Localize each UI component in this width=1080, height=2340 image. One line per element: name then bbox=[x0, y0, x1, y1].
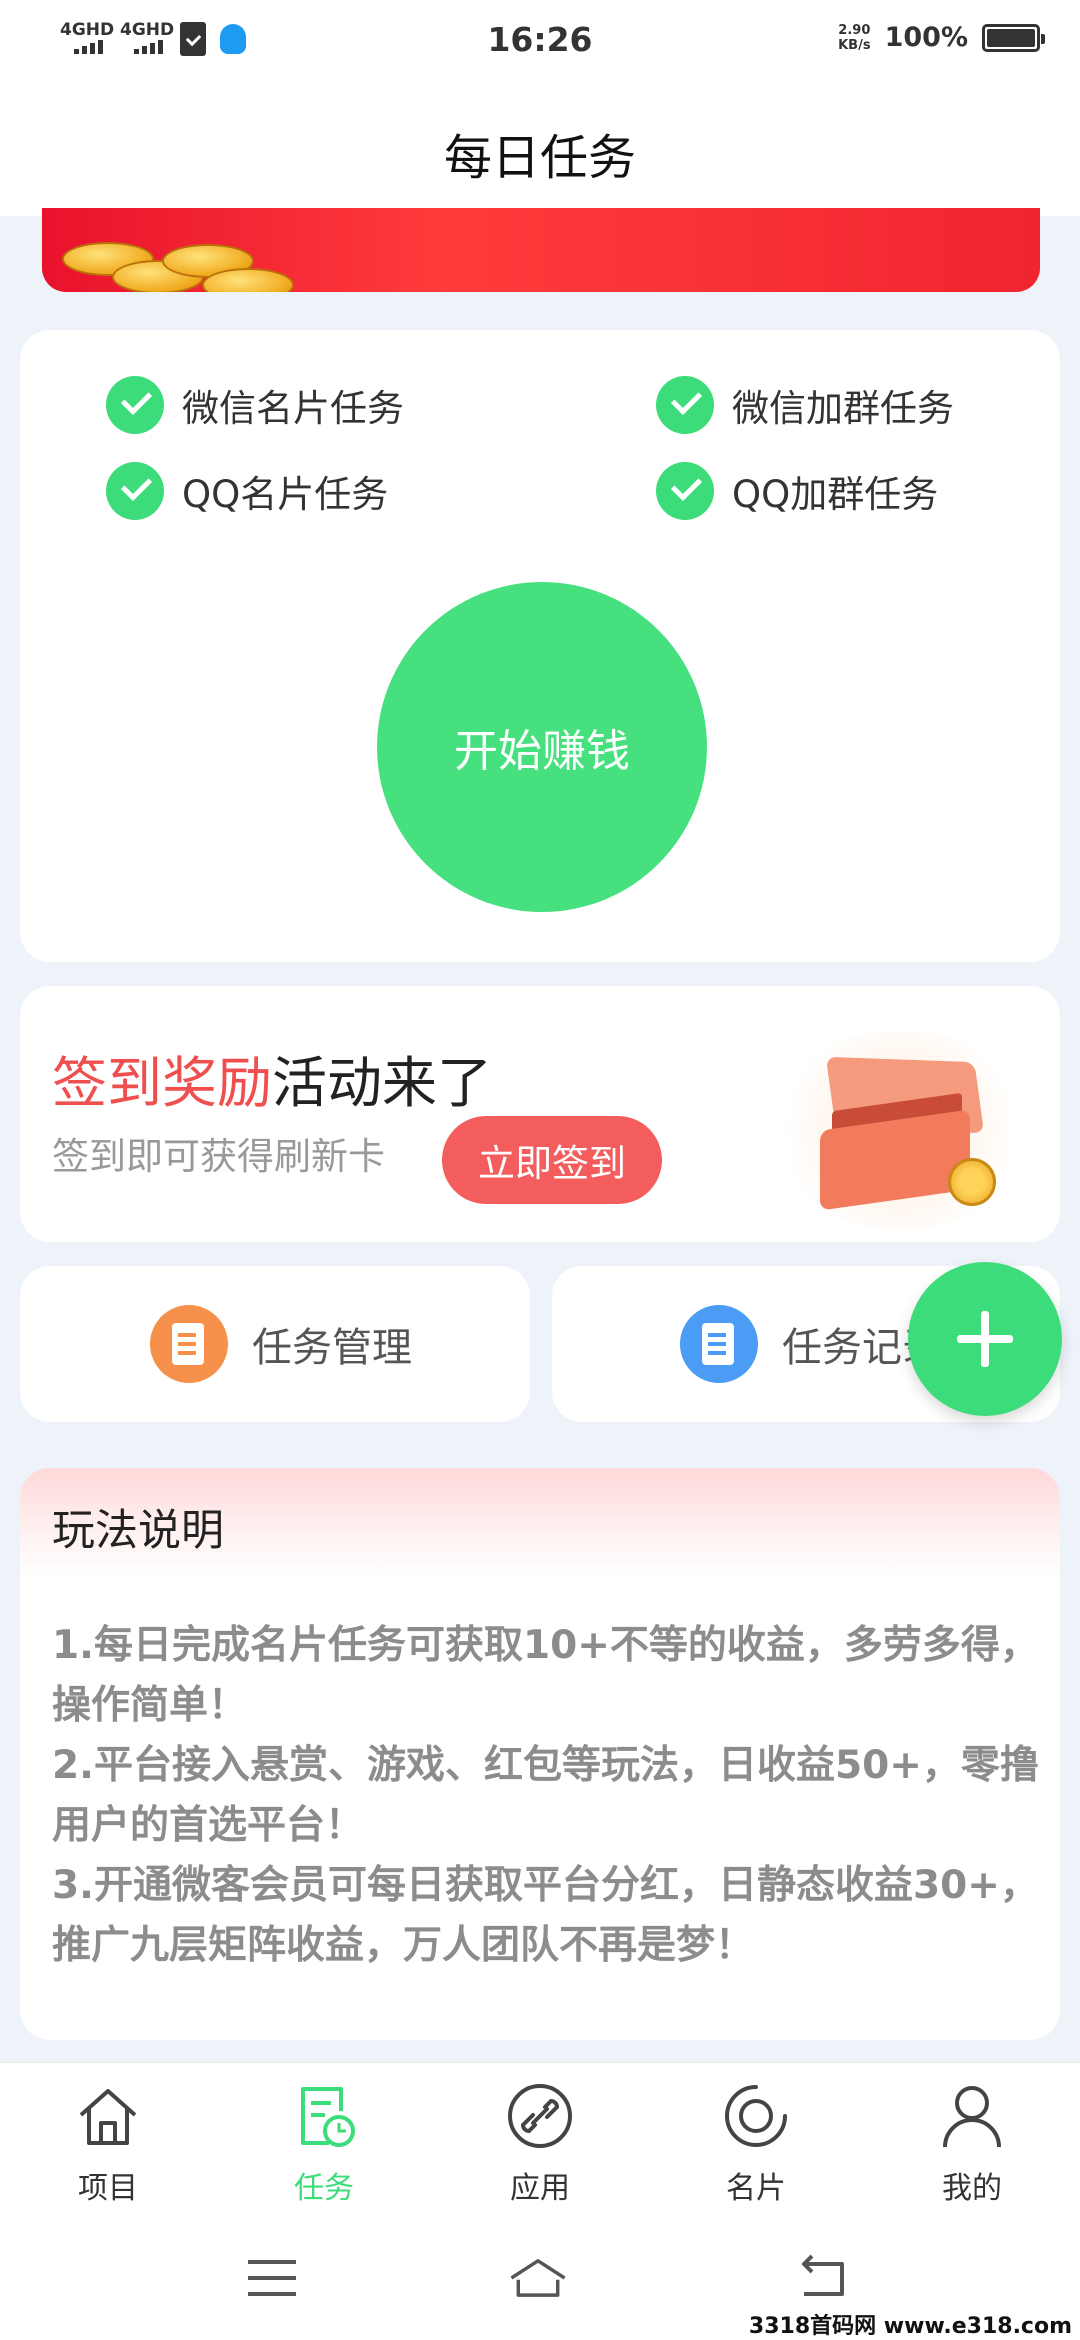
coin-icon bbox=[202, 268, 294, 292]
network-speed: 2.90 KB/s bbox=[838, 23, 870, 53]
task-item-label: 微信加群任务 bbox=[732, 387, 954, 430]
rule-item: 3.开通微客会员可每日获取平台分红，日静态收益30+，推广九层矩阵收益，万人团队… bbox=[52, 1863, 1039, 1968]
check-icon bbox=[656, 462, 714, 520]
nav-item-projects[interactable]: 项目 bbox=[38, 2081, 178, 2207]
signin-title: 签到奖励活动来了 bbox=[52, 1038, 492, 1118]
nav-label: 任务 bbox=[294, 2171, 354, 2206]
rules-list: 1.每日完成名片任务可获取10+不等的收益，多劳多得，操作简单！ 2.平台接入悬… bbox=[52, 1616, 1042, 1976]
nav-item-cards[interactable]: 名片 bbox=[686, 2081, 826, 2207]
task-item-qq-card: QQ名片任务 bbox=[106, 462, 388, 520]
home-nav-icon[interactable] bbox=[508, 2250, 568, 2306]
watermark: 3318首码网 www.e318.com bbox=[748, 2314, 1072, 2339]
signin-title-highlight: 签到奖励 bbox=[52, 1051, 273, 1115]
task-item-wechat-group: 微信加群任务 bbox=[656, 376, 954, 434]
treasure-chest-icon bbox=[770, 1030, 1030, 1230]
rules-header: 玩法说明 bbox=[20, 1468, 1060, 1578]
signin-card: 签到奖励活动来了 签到即可获得刷新卡 立即签到 bbox=[20, 986, 1060, 1242]
task-manage-button[interactable]: 任务管理 bbox=[20, 1266, 530, 1422]
bottom-nav: 项目 任务 应用 名片 我的 bbox=[0, 2062, 1080, 2220]
task-item-label: QQ加群任务 bbox=[732, 473, 939, 516]
battery-percent: 100% bbox=[884, 22, 968, 53]
home-icon bbox=[79, 2089, 137, 2145]
speed-value: 2.90 bbox=[838, 22, 871, 38]
task-item-label: 微信名片任务 bbox=[182, 387, 404, 430]
link-circle-icon bbox=[508, 2084, 572, 2148]
speed-unit: KB/s bbox=[838, 37, 871, 53]
nav-item-tasks[interactable]: 任务 bbox=[254, 2081, 394, 2207]
task-clock-icon bbox=[301, 2087, 355, 2147]
nav-label: 名片 bbox=[726, 2171, 786, 2206]
task-item-qq-group: QQ加群任务 bbox=[656, 462, 938, 520]
rules-card: 玩法说明 1.每日完成名片任务可获取10+不等的收益，多劳多得，操作简单！ 2.… bbox=[20, 1468, 1060, 2040]
signin-button[interactable]: 立即签到 bbox=[442, 1116, 662, 1204]
signin-title-rest: 活动来了 bbox=[272, 1051, 493, 1115]
nav-label: 项目 bbox=[78, 2171, 138, 2206]
rules-title: 玩法说明 bbox=[52, 1506, 224, 1556]
task-manage-icon bbox=[150, 1305, 228, 1383]
signin-subtitle: 签到即可获得刷新卡 bbox=[52, 1135, 385, 1178]
task-item-label: QQ名片任务 bbox=[182, 473, 389, 516]
promo-banner[interactable] bbox=[42, 208, 1040, 292]
rule-item: 1.每日完成名片任务可获取10+不等的收益，多劳多得，操作简单！ bbox=[52, 1623, 1039, 1728]
task-item-wechat-card: 微信名片任务 bbox=[106, 376, 404, 434]
spiral-icon bbox=[725, 2085, 787, 2147]
nav-label: 我的 bbox=[942, 2171, 1002, 2206]
user-icon bbox=[943, 2086, 1001, 2148]
task-manage-label: 任务管理 bbox=[252, 1325, 412, 1371]
nav-item-me[interactable]: 我的 bbox=[902, 2081, 1042, 2207]
check-icon bbox=[106, 376, 164, 434]
task-card: 微信名片任务 微信加群任务 QQ名片任务 QQ加群任务 开始赚钱 bbox=[20, 330, 1060, 962]
clipboard-icon bbox=[680, 1305, 758, 1383]
nav-item-apps[interactable]: 应用 bbox=[470, 2081, 610, 2207]
add-fab-button[interactable] bbox=[908, 1262, 1062, 1416]
start-earning-button[interactable]: 开始赚钱 bbox=[377, 582, 707, 912]
menu-icon[interactable] bbox=[242, 2250, 302, 2306]
status-bar: 4GHD 4GHD 16:26 2.90 KB/s 100% bbox=[0, 0, 1080, 84]
page-title: 每日任务 bbox=[443, 130, 636, 186]
back-icon[interactable] bbox=[794, 2250, 854, 2306]
page-header: 每日任务 bbox=[0, 84, 1080, 216]
rule-item: 2.平台接入悬赏、游戏、红包等玩法，日收益50+，零撸用户的首选平台！ bbox=[52, 1743, 1039, 1848]
battery-icon bbox=[982, 23, 1045, 52]
check-icon bbox=[656, 376, 714, 434]
check-icon bbox=[106, 462, 164, 520]
nav-label: 应用 bbox=[510, 2171, 570, 2206]
